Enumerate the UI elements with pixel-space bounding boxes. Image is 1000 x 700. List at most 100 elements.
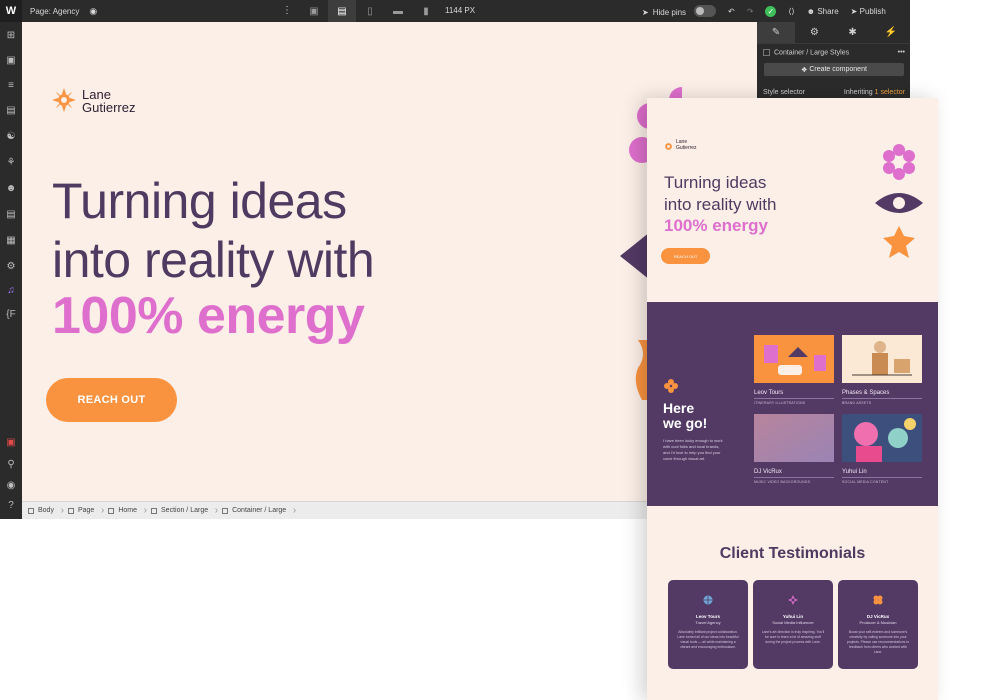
pink-flower-icon: [788, 595, 798, 605]
selected-element-row[interactable]: Container / Large Styles •••: [763, 49, 905, 56]
project-tag: ITINERARY ILLUSTRATIONS: [754, 401, 806, 405]
brand-name: Lane Gutierrez: [82, 88, 135, 114]
brand-last-name: Gutierrez: [82, 100, 136, 115]
testimonial-name: Leov Tours: [696, 614, 720, 619]
publish-label: Publish: [859, 6, 886, 16]
webflow-logo[interactable]: W: [0, 0, 22, 22]
globe-icon: [703, 595, 713, 605]
publish-button[interactable]: ➤ Publish: [851, 7, 886, 16]
hero-heading-line-1: Turning ideas: [52, 173, 347, 229]
project-card[interactable]: Yuhui Lin SOCIAL MEDIA CONTENT: [842, 414, 922, 484]
pages-icon[interactable]: ▤: [5, 105, 17, 117]
reach-out-button[interactable]: REACH OUT: [46, 378, 177, 422]
video-icon[interactable]: ◉: [5, 480, 17, 492]
style-panel: ✎ ⚙ ✱ ⚡ Container / Large Styles ••• ❖ C…: [757, 22, 910, 102]
project-thumbnail: [754, 335, 834, 383]
here-we-go-line-2: we go!: [663, 415, 708, 431]
preview-eye-icon[interactable]: ◉: [89, 6, 97, 17]
saved-check-icon: ✓: [765, 5, 777, 17]
components-icon[interactable]: ▣: [5, 55, 17, 67]
element-checkbox: [763, 49, 770, 56]
breadcrumb-item-body[interactable]: Body: [22, 502, 64, 520]
canvas-width-readout[interactable]: 1144 PX: [445, 6, 475, 15]
cms-icon[interactable]: ☯: [5, 131, 17, 143]
project-name: Yuhui Lin: [842, 469, 867, 475]
breakpoint-wide-icon[interactable]: ▣: [300, 0, 328, 22]
project-tag: MUSIC VIDEO BACKGROUNDS: [754, 480, 811, 484]
project-name: Phases & Spaces: [842, 390, 890, 396]
tab-interactions-icon[interactable]: ✱: [834, 22, 872, 43]
ecommerce-icon[interactable]: ▤: [5, 209, 17, 221]
preview-hero-line-2: into reality with: [664, 195, 777, 214]
help-icon[interactable]: ?: [5, 500, 17, 512]
breakpoint-landscape-icon[interactable]: ▬: [384, 0, 412, 22]
users-icon[interactable]: ☻: [5, 183, 17, 195]
preview-decorative-shapes-icon: [875, 144, 923, 258]
search-icon[interactable]: ⚲: [5, 459, 17, 471]
hide-pins-toggle[interactable]: [694, 5, 717, 17]
settings-icon[interactable]: ⚙: [5, 261, 17, 273]
here-we-go-heading: Here we go!: [663, 401, 707, 431]
assets-icon[interactable]: ▦: [5, 235, 17, 247]
page-selector[interactable]: Page: Agency: [30, 7, 79, 16]
testimonial-name: Yuhui Lin: [782, 614, 804, 619]
testimonial-name: DJ VicRux: [866, 614, 890, 619]
tab-lightning-icon[interactable]: ⚡: [872, 22, 910, 43]
page-preview: Lane Gutierrez Turning ideas into realit…: [647, 98, 938, 700]
share-button[interactable]: ☻ Share: [807, 7, 839, 16]
style-selector-row: Style selector Inheriting 1 selector: [763, 89, 905, 96]
add-elements-icon[interactable]: ⊞: [5, 30, 17, 42]
inheriting-count-link[interactable]: 1 selector: [875, 89, 905, 96]
audit-icon[interactable]: ▣: [5, 437, 17, 449]
project-card[interactable]: DJ VicRux MUSIC VIDEO BACKGROUNDS: [754, 414, 834, 484]
breakpoint-mobile-icon[interactable]: ▮: [412, 0, 440, 22]
breadcrumb-item-home[interactable]: Home: [102, 502, 147, 520]
right-tools: ↶ ↷ ✓ ⟨⟩ ☻ Share ➤ Publish: [728, 0, 886, 22]
rocket-icon: ➤: [850, 6, 858, 16]
preview-hero-highlight: 100% energy: [664, 216, 768, 235]
code-icon[interactable]: ⟨⟩: [788, 7, 794, 16]
testimonial-role: Travel Agency: [695, 620, 721, 625]
here-we-go-line-1: Here: [663, 400, 695, 416]
breadcrumb-item-container[interactable]: Container / Large: [216, 502, 296, 520]
project-card[interactable]: Phases & Spaces BRAND ASSETS: [842, 335, 922, 405]
testimonial-card: Leov Tours Travel Agency Absolutely bril…: [668, 580, 748, 669]
breakpoint-desktop-icon[interactable]: ▤: [328, 0, 356, 22]
breadcrumb-label: Container / Large: [232, 507, 287, 514]
inheriting-prefix: Inheriting: [843, 89, 873, 96]
breadcrumb-label: Body: [38, 507, 54, 514]
preview-hero-line-1: Turning ideas: [664, 173, 767, 192]
variables-icon[interactable]: {F: [5, 309, 17, 321]
testimonial-role: Social Media Influencer: [772, 620, 814, 625]
breakpoint-switcher: ▣ ▤ ▯ ▬ ▮: [300, 0, 440, 22]
testimonial-quote: Absolutely brilliant project collaborati…: [677, 630, 739, 649]
sun-logo-icon: [665, 143, 672, 150]
pin-icon: ➤: [642, 7, 649, 17]
project-card[interactable]: Leov Tours ITINERARY ILLUSTRATIONS: [754, 335, 834, 405]
left-toolbar: ⊞ ▣ ≡ ▤ ☯ ⚘ ☻ ▤ ▦ ⚙ ♫ {F ▣ ⚲ ◉ ?: [0, 22, 22, 519]
breadcrumb-item-section[interactable]: Section / Large: [145, 502, 218, 520]
tab-style-brush-icon[interactable]: ✎: [757, 22, 796, 43]
create-component-button[interactable]: ❖ Create component: [764, 63, 904, 76]
orange-clover-icon: [873, 595, 883, 605]
more-options-icon[interactable]: ⋮: [282, 5, 292, 16]
undo-icon[interactable]: ↶: [728, 7, 735, 16]
logic-icon[interactable]: ⚘: [5, 157, 17, 169]
breadcrumb-label: Section / Large: [161, 507, 209, 514]
breadcrumb-label: Page: [77, 507, 95, 514]
top-toolbar: W Page: Agency ◉ ⋮ ▣ ▤ ▯ ▬ ▮ 1144 PX ➤ H…: [0, 0, 910, 22]
tab-settings-gear-icon[interactable]: ⚙: [795, 22, 833, 43]
navigator-icon[interactable]: ≡: [5, 80, 17, 92]
apps-icon[interactable]: ♫: [5, 285, 17, 297]
breakpoint-tablet-icon[interactable]: ▯: [356, 0, 384, 22]
breadcrumb: Body Page Home Section / Large Container…: [22, 501, 647, 519]
breadcrumb-item-page[interactable]: Page: [62, 502, 105, 520]
create-component-label: Create component: [809, 66, 867, 73]
selected-element-label: Container / Large Styles: [774, 49, 850, 57]
more-icon[interactable]: •••: [898, 49, 905, 56]
project-thumbnail: [842, 414, 922, 462]
hide-pins-control[interactable]: ➤ Hide pins: [642, 5, 717, 18]
preview-reach-out-button[interactable]: REACH OUT: [661, 248, 710, 264]
here-we-go-description: I have been lucky enough to work with co…: [663, 438, 723, 461]
redo-icon[interactable]: ↷: [747, 7, 754, 16]
